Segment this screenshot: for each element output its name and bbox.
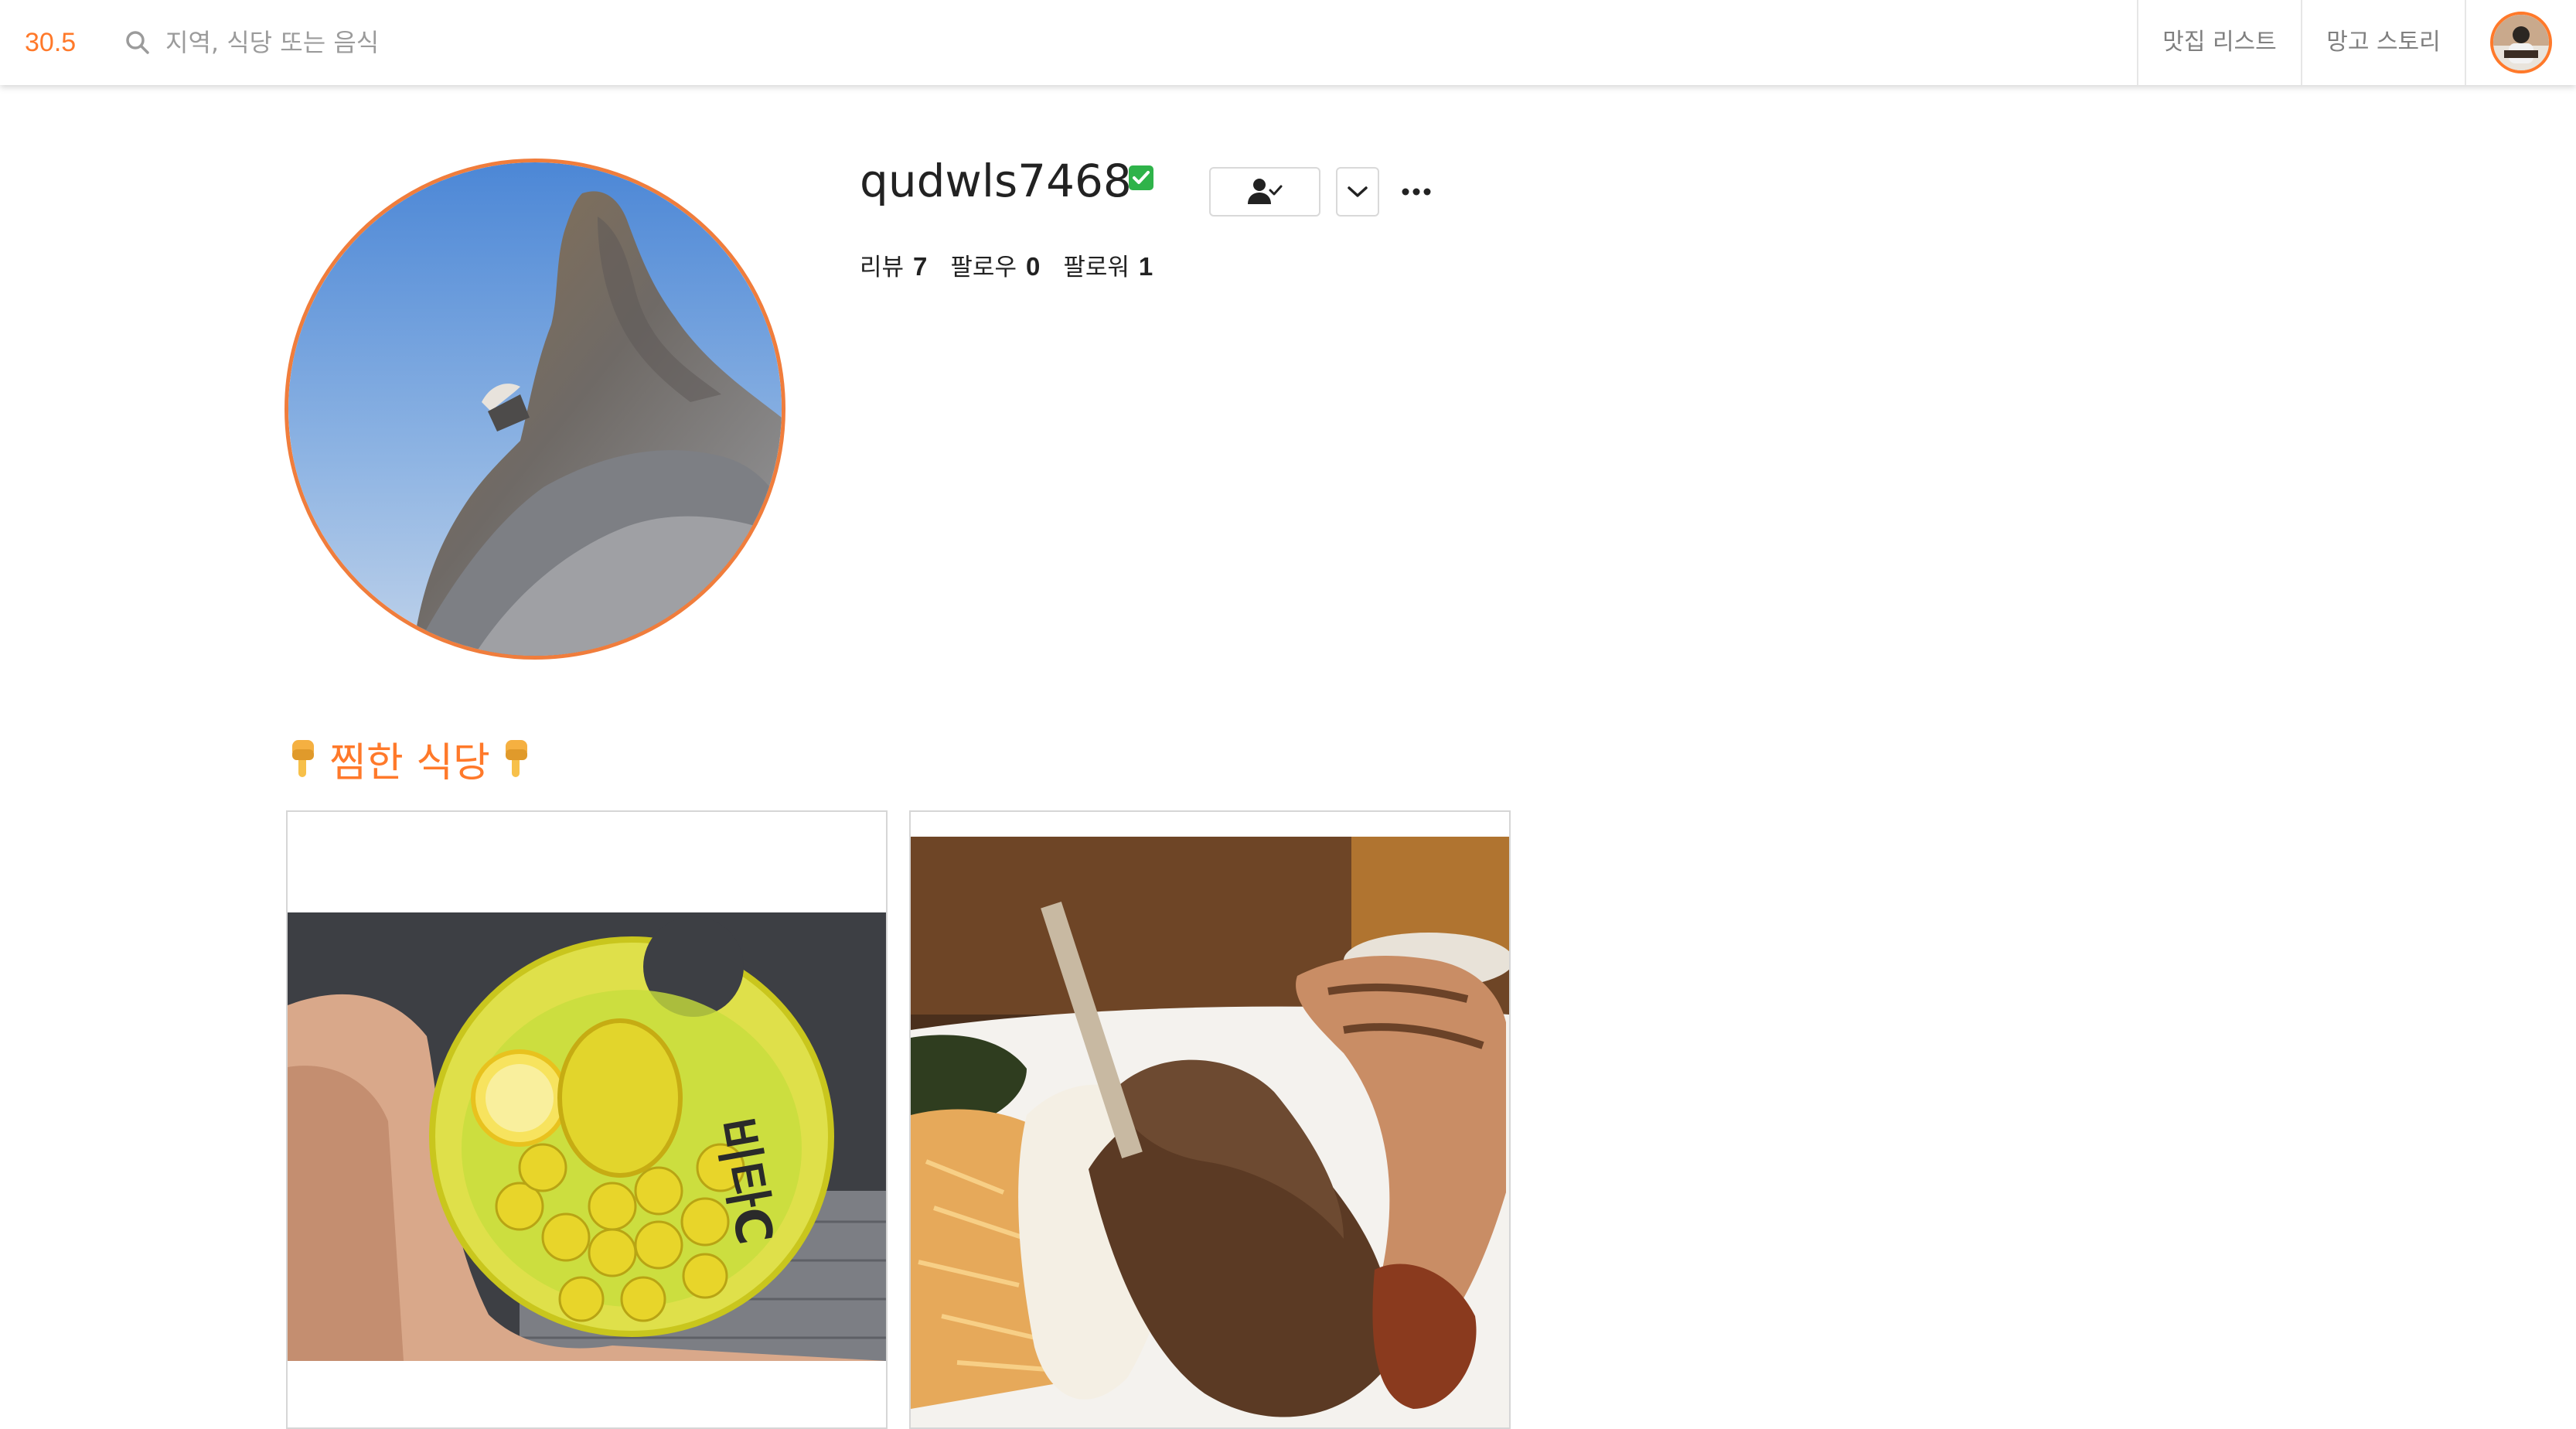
search-bar[interactable] xyxy=(122,0,705,85)
stat-following-value: 0 xyxy=(1025,252,1041,281)
wishlist-card[interactable]: 비타C xyxy=(286,810,888,1429)
pointing-down-icon xyxy=(505,739,527,777)
brand-logo[interactable]: 30.5 xyxy=(25,0,76,85)
wishlist-title-text: 찜한 식당 xyxy=(329,740,490,786)
nav-profile[interactable] xyxy=(2465,0,2576,85)
chevron-down-icon xyxy=(1348,186,1368,197)
lemon-candy-photo: 비타C xyxy=(288,912,886,1361)
stat-reviews-label: 리뷰 xyxy=(860,254,905,281)
profile-stats: 리뷰 7 팔로우 0 팔로워 1 xyxy=(860,247,1176,282)
header-nav: 맛집 리스트 망고 스토리 xyxy=(2137,0,2576,85)
username: qudwls7468 xyxy=(860,155,1132,207)
wishlist-title: 찜한 식당 xyxy=(289,730,530,788)
verified-check-icon xyxy=(1129,165,1153,190)
pointing-down-icon xyxy=(292,739,314,777)
nav-restaurant-list[interactable]: 맛집 리스트 xyxy=(2137,0,2301,85)
avatar-photo xyxy=(2493,15,2549,70)
stat-reviews-value: 7 xyxy=(913,252,928,281)
grilled-meat-platter-photo xyxy=(911,837,1509,1427)
ellipsis-icon xyxy=(1402,188,1431,196)
search-input[interactable] xyxy=(164,27,705,58)
search-icon xyxy=(126,31,149,54)
user-avatar[interactable] xyxy=(2490,12,2552,73)
following-button[interactable] xyxy=(1209,167,1320,217)
stat-following-label: 팔로우 xyxy=(950,254,1017,281)
stat-reviews[interactable]: 리뷰 7 xyxy=(860,247,927,282)
profile-photo xyxy=(285,159,785,660)
top-header: 30.5 맛집 리스트 망고 스토리 xyxy=(0,0,2576,85)
more-options-dropdown[interactable] xyxy=(1336,167,1379,217)
stat-followers[interactable]: 팔로워 1 xyxy=(1063,247,1153,282)
stat-following[interactable]: 팔로우 0 xyxy=(950,247,1040,282)
more-actions-button[interactable] xyxy=(1395,167,1438,217)
stat-followers-value: 1 xyxy=(1138,252,1153,281)
nav-mango-story[interactable]: 망고 스토리 xyxy=(2301,0,2465,85)
wishlist-card[interactable] xyxy=(909,810,1511,1429)
stat-followers-label: 팔로워 xyxy=(1063,254,1130,281)
user-check-icon xyxy=(1248,179,1283,204)
rock-cliff-photo xyxy=(288,162,782,656)
